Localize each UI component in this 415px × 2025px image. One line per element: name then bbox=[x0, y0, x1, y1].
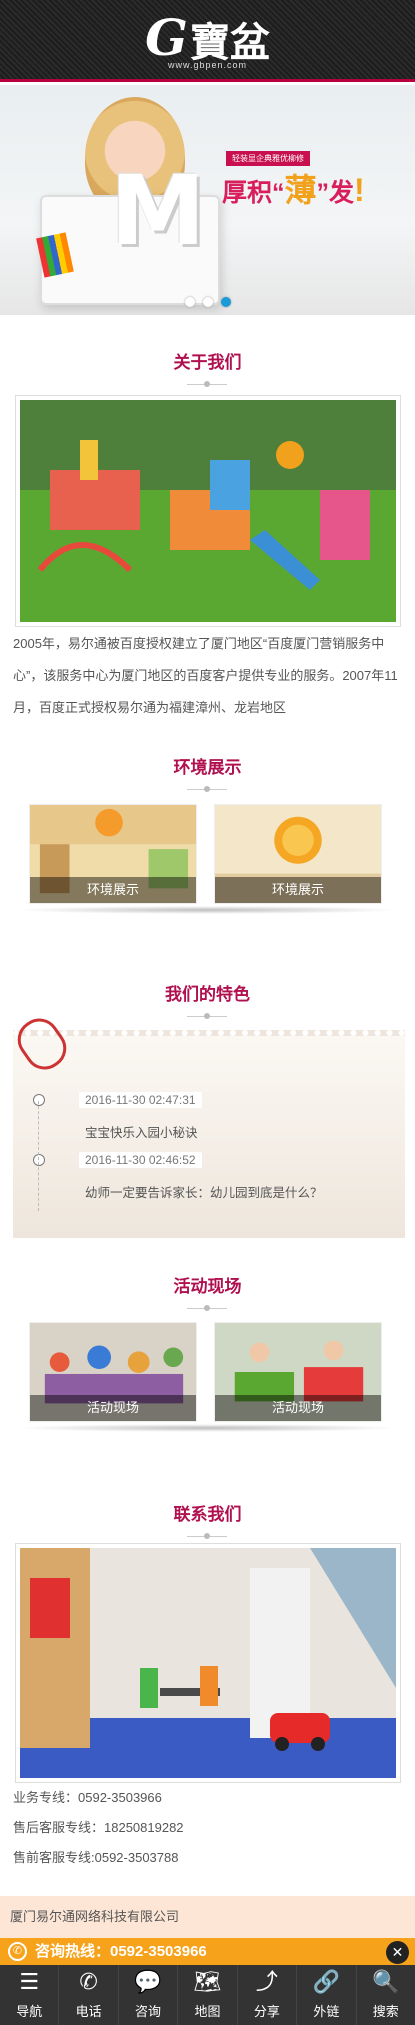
nav-chat[interactable]: 💬 咨询 bbox=[119, 1965, 179, 2025]
activity-card-1[interactable]: 活动现场 bbox=[29, 1322, 197, 1422]
playground-image bbox=[20, 400, 396, 622]
about-text: 2005年，易尔通被百度授权建立了厦门地区“百度厦门营销服务中心”，该服务中心为… bbox=[13, 636, 398, 715]
nav-search[interactable]: 🔍 搜索 bbox=[357, 1965, 415, 2025]
hero-banner[interactable]: M 轻装显企典雅优柳修 厚积“薄”发! bbox=[0, 85, 415, 315]
paperclip-icon bbox=[9, 1010, 75, 1078]
classroom-image bbox=[20, 1548, 396, 1778]
nav-share[interactable]: ⤴ 分享 bbox=[238, 1965, 298, 2025]
title-divider bbox=[187, 1012, 227, 1020]
link-icon: 🔗 bbox=[312, 1970, 341, 1995]
nav-link[interactable]: 🔗 外链 bbox=[297, 1965, 357, 2025]
nav-label: 导航 bbox=[16, 2004, 43, 2019]
activity-card-2[interactable]: 活动现场 bbox=[214, 1322, 382, 1422]
carousel-dot-3[interactable] bbox=[220, 297, 231, 307]
shadow-divider bbox=[15, 1424, 400, 1432]
logo-letter: G bbox=[145, 7, 188, 67]
logo-url: www.gbpen.com bbox=[167, 60, 248, 70]
hotline-bar[interactable]: ✆ 咨询热线：0592-3503966 bbox=[0, 1938, 415, 1965]
about-title[interactable]: 关于我们 bbox=[0, 348, 415, 373]
contact-presales-line[interactable]: 售前客服专线:0592-3503788 bbox=[13, 1847, 178, 1866]
feature-title[interactable]: 幼师一定要告诉家长：幼儿园到底是什么？ bbox=[85, 1182, 323, 1201]
slogan-mark: ! bbox=[354, 172, 365, 208]
banner-letter: M bbox=[110, 155, 206, 267]
activity-title[interactable]: 活动现场 bbox=[0, 1272, 415, 1297]
close-button[interactable]: ✕ bbox=[386, 1941, 409, 1964]
banner-slogan: 厚积“薄”发! bbox=[222, 165, 365, 211]
nav-label: 电话 bbox=[75, 2004, 102, 2019]
nav-phone[interactable]: ✆ 电话 bbox=[59, 1965, 119, 2025]
title-divider bbox=[187, 380, 227, 388]
carousel-dot-1[interactable] bbox=[184, 297, 195, 307]
contact-business-line[interactable]: 业务专线：0592-3503966 bbox=[13, 1787, 162, 1806]
title-divider bbox=[187, 785, 227, 793]
clock-icon bbox=[33, 1154, 45, 1166]
env-title[interactable]: 环境展示 bbox=[0, 753, 415, 778]
chat-icon: 💬 bbox=[134, 1970, 162, 1995]
contact-aftersales-line[interactable]: 售后客服专线：18250819282 bbox=[13, 1817, 184, 1836]
title-divider bbox=[187, 1532, 227, 1540]
phone-icon: ✆ bbox=[79, 1970, 98, 1995]
card-caption: 环境展示 bbox=[215, 877, 381, 903]
slogan-part-c: ”发 bbox=[316, 179, 355, 207]
title-divider bbox=[187, 1304, 227, 1312]
slogan-part-b: 薄 bbox=[284, 172, 317, 208]
banner-tag: 轻装显企典雅优柳修 bbox=[226, 151, 310, 166]
card-caption: 活动现场 bbox=[30, 1395, 196, 1421]
timeline-line bbox=[38, 1101, 39, 1211]
carousel-dots bbox=[0, 297, 415, 307]
menu-icon: ☰ bbox=[19, 1970, 40, 1995]
feature-date: 2016-11-30 02:47:31 bbox=[79, 1092, 202, 1108]
nav-label: 搜索 bbox=[372, 2004, 399, 2019]
contact-title[interactable]: 联系我们 bbox=[0, 1500, 415, 1525]
share-icon: ⤴ bbox=[255, 1970, 278, 1995]
map-icon: 🗺 bbox=[193, 1970, 222, 1995]
site-logo[interactable]: G 寶盆 bbox=[145, 7, 270, 67]
contact-photo[interactable] bbox=[15, 1543, 401, 1783]
search-icon: 🔍 bbox=[372, 1970, 400, 1995]
feature-date: 2016-11-30 02:46:52 bbox=[79, 1152, 202, 1168]
nav-label: 咨询 bbox=[135, 2004, 162, 2019]
card-caption: 活动现场 bbox=[215, 1395, 381, 1421]
clock-icon bbox=[33, 1094, 45, 1106]
feature-title[interactable]: 宝宝快乐入园小秘诀 bbox=[85, 1122, 198, 1141]
bottom-nav: ☰ 导航 ✆ 电话 💬 咨询 🗺 地图 ⤴ 分享 🔗 外链 🔍 搜索 bbox=[0, 1965, 415, 2025]
slogan-part-a: 厚积“ bbox=[222, 179, 285, 207]
card-caption: 环境展示 bbox=[30, 877, 196, 903]
nav-label: 外链 bbox=[313, 2004, 340, 2019]
env-card-2[interactable]: 环境展示 bbox=[214, 804, 382, 904]
about-photo[interactable] bbox=[15, 395, 401, 627]
company-name: 厦门易尔通网络科技有限公司 bbox=[0, 1896, 415, 1938]
features-title[interactable]: 我们的特色 bbox=[0, 980, 415, 1005]
nav-map[interactable]: 🗺 地图 bbox=[178, 1965, 238, 2025]
hotline-text: 咨询热线：0592-3503966 bbox=[35, 1943, 207, 1960]
env-card-1[interactable]: 环境展示 bbox=[29, 804, 197, 904]
site-header: G 寶盆 www.gbpen.com bbox=[0, 0, 415, 82]
carousel-dot-2[interactable] bbox=[202, 297, 213, 307]
nav-label: 分享 bbox=[253, 2004, 280, 2019]
nav-label: 地图 bbox=[194, 2004, 221, 2019]
logo-text: 寶盆 bbox=[189, 18, 270, 66]
phone-circle-icon: ✆ bbox=[8, 1942, 27, 1961]
features-panel: 2016-11-30 02:47:31 宝宝快乐入园小秘诀 2016-11-30… bbox=[9, 1010, 405, 1238]
shadow-divider bbox=[15, 906, 400, 914]
nav-menu[interactable]: ☰ 导航 bbox=[0, 1965, 60, 2025]
